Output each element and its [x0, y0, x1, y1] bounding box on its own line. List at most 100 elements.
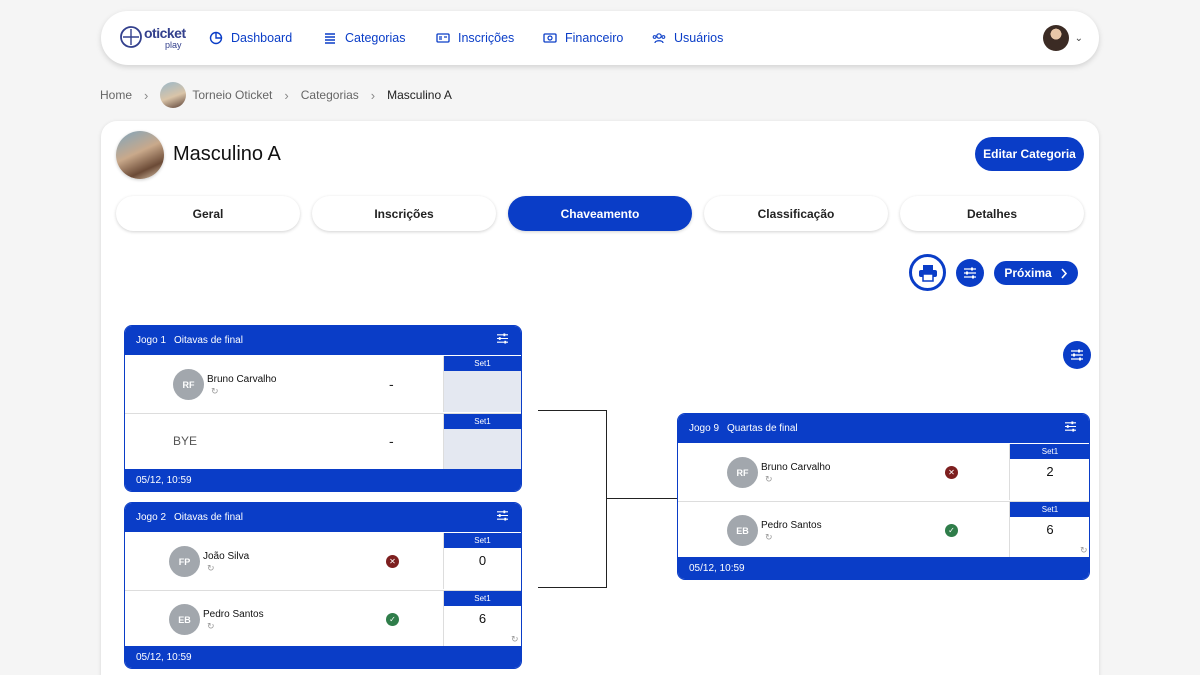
- user-avatar[interactable]: [1042, 25, 1069, 51]
- set-label: Set1: [444, 356, 521, 371]
- match-game: Jogo 1: [136, 335, 167, 346]
- sliders-icon[interactable]: [1064, 421, 1077, 432]
- set-value: 2: [1046, 464, 1054, 479]
- player-name: BYE: [173, 434, 198, 448]
- tab-detalhes[interactable]: Detalhes: [900, 196, 1084, 231]
- nav-usuarios-label: Usuários: [674, 31, 724, 45]
- tournament-thumbnail: [160, 82, 187, 108]
- filter-button[interactable]: [956, 259, 984, 287]
- match-card-9: Jogo 9 Quartas de final RF Bruno Carvalh…: [677, 413, 1090, 580]
- logo-text: oticket: [144, 25, 186, 41]
- set-label: Set1: [1010, 502, 1089, 517]
- match-game: Jogo 2: [136, 512, 167, 523]
- breadcrumb: Home › Torneio Oticket › Categorias › Ma…: [100, 82, 452, 108]
- set-label: Set1: [1010, 444, 1089, 459]
- top-navbar: oticket play Dashboard Categorias Inscri…: [101, 11, 1099, 65]
- player-avatar: RF: [173, 369, 204, 400]
- nav-inscricoes[interactable]: Inscrições: [436, 11, 514, 65]
- player-avatar: RF: [727, 457, 758, 488]
- set-value: 0: [478, 553, 487, 568]
- chevron-down-icon[interactable]: ⌄: [1075, 33, 1083, 44]
- tab-geral[interactable]: Geral: [116, 196, 300, 231]
- match-footer: 05/12, 10:59: [678, 557, 1089, 579]
- nav-financeiro-label: Financeiro: [565, 31, 624, 45]
- swap-icon[interactable]: ↻: [207, 563, 215, 574]
- loss-icon: ✕: [945, 466, 958, 479]
- list-icon: [325, 33, 335, 44]
- next-button[interactable]: Próxima: [994, 261, 1078, 285]
- round-filter-button[interactable]: [1063, 341, 1091, 369]
- nav-financeiro[interactable]: Financeiro: [543, 11, 623, 65]
- set-score[interactable]: Set1: [443, 356, 521, 412]
- nav-dashboard[interactable]: Dashboard: [209, 11, 292, 65]
- edit-category-button[interactable]: Editar Categoria: [975, 137, 1084, 171]
- player-avatar: EB: [169, 604, 200, 635]
- player-name: Bruno Carvalho: [761, 462, 831, 473]
- sliders-icon[interactable]: [496, 510, 509, 521]
- oticket-logo[interactable]: oticket play: [119, 24, 186, 52]
- breadcrumb-tournament[interactable]: Torneio Oticket: [192, 88, 272, 102]
- tab-chaveamento[interactable]: Chaveamento: [508, 196, 692, 231]
- set-value: 6: [1046, 522, 1054, 537]
- set-label: Set1: [444, 533, 521, 548]
- logo-subtext: play: [165, 40, 182, 50]
- refresh-icon[interactable]: ↻: [511, 634, 519, 645]
- bracket-line: [606, 410, 607, 588]
- set-value: 6: [478, 611, 487, 626]
- match-header: Jogo 9 Quartas de final: [678, 414, 1089, 443]
- set-value: [444, 429, 521, 470]
- win-icon: ✓: [386, 613, 399, 626]
- breadcrumb-categories[interactable]: Categorias: [301, 88, 359, 102]
- match-footer: 05/12, 10:59: [125, 646, 521, 668]
- swap-icon[interactable]: ↻: [765, 474, 773, 485]
- refresh-icon[interactable]: ↻: [1080, 545, 1088, 556]
- chevron-right-icon: ›: [284, 87, 289, 103]
- sliders-icon[interactable]: [496, 333, 509, 344]
- swap-icon[interactable]: ↻: [211, 386, 219, 397]
- chevron-right-icon: [1061, 267, 1067, 279]
- chevron-right-icon: ›: [370, 87, 376, 103]
- next-button-label: Próxima: [1004, 266, 1052, 280]
- match-row: BYE - Set1: [125, 413, 521, 471]
- breadcrumb-current: Masculino A: [387, 88, 452, 102]
- match-header: Jogo 2 Oitavas de final: [125, 503, 521, 532]
- nav-inscricoes-label: Inscrições: [458, 31, 515, 45]
- set-score[interactable]: Set1 2: [1009, 444, 1089, 500]
- tab-classificacao[interactable]: Classificação: [704, 196, 888, 231]
- sliders-icon: [1071, 349, 1083, 361]
- printer-icon: [918, 264, 937, 282]
- breadcrumb-home[interactable]: Home: [100, 88, 132, 102]
- player-name: Pedro Santos: [761, 520, 822, 531]
- match-round: Oitavas de final: [174, 335, 243, 346]
- swap-icon[interactable]: ↻: [765, 532, 773, 543]
- bracket-line: [538, 587, 607, 588]
- print-button[interactable]: [909, 254, 946, 291]
- users-icon: [652, 33, 666, 44]
- set-label: Set1: [444, 591, 521, 606]
- match-card-1: Jogo 1 Oitavas de final RF Bruno Carvalh…: [124, 325, 522, 492]
- logo-icon: [120, 26, 142, 48]
- nav-usuarios[interactable]: Usuários: [652, 11, 723, 65]
- nav-categorias[interactable]: Categorias: [323, 11, 405, 65]
- match-footer: 05/12, 10:59: [125, 469, 521, 491]
- set-score[interactable]: Set1 6: [1009, 502, 1089, 558]
- loss-icon: ✕: [386, 555, 399, 568]
- chevron-right-icon: ›: [144, 87, 149, 103]
- match-row: RF Bruno Carvalho ↻ - Set1: [125, 355, 521, 413]
- match-row: FP João Silva ↻ ✕ Set1 0: [125, 532, 521, 590]
- player-name: Bruno Carvalho: [207, 374, 277, 385]
- sliders-icon: [964, 267, 976, 279]
- match-game: Jogo 9: [689, 423, 720, 434]
- match-card-2: Jogo 2 Oitavas de final FP João Silva ↻ …: [124, 502, 522, 669]
- set-score[interactable]: Set1: [443, 414, 521, 470]
- player-name: João Silva: [203, 551, 250, 562]
- set-score[interactable]: Set1 0: [443, 533, 521, 589]
- tab-inscricoes[interactable]: Inscrições: [312, 196, 496, 231]
- match-header: Jogo 1 Oitavas de final: [125, 326, 521, 355]
- match-row: RF Bruno Carvalho ↻ ✕ Set1 2: [678, 443, 1089, 501]
- set-score[interactable]: Set1 6: [443, 591, 521, 647]
- swap-icon[interactable]: ↻: [207, 621, 215, 632]
- user-menu[interactable]: ⌄: [1042, 25, 1083, 51]
- win-icon: ✓: [945, 524, 958, 537]
- score-marker: -: [389, 376, 394, 392]
